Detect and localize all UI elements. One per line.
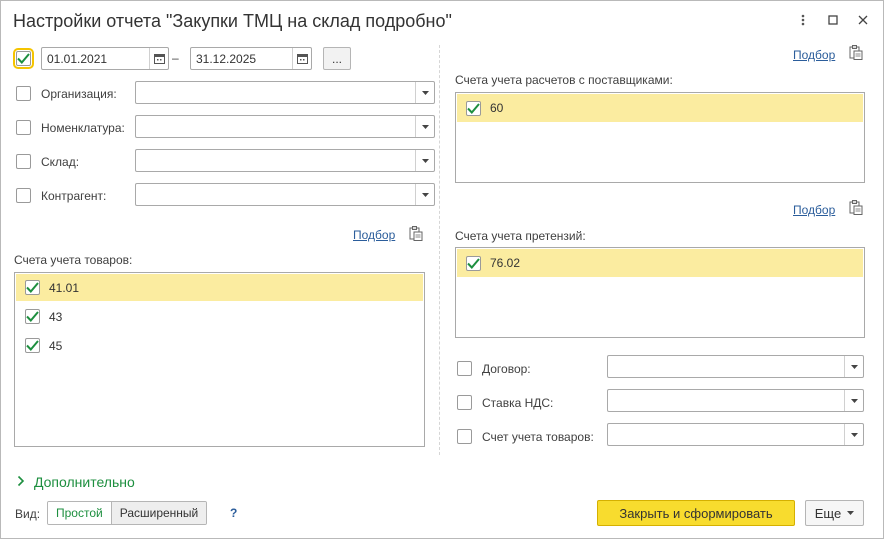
filter-checkbox-nomenclature[interactable]: [16, 120, 31, 135]
additional-section-toggle[interactable]: Дополнительно: [34, 474, 135, 490]
filter-label-counterparty: Контрагент:: [41, 189, 107, 203]
filter-label-organization: Организация:: [41, 87, 117, 101]
goods-accounts-pick-link[interactable]: Подбор: [353, 228, 395, 242]
date-from-field[interactable]: 01.01.2021: [41, 47, 169, 70]
window-title: Настройки отчета "Закупки ТМЦ на склад п…: [13, 11, 452, 31]
dropdown-icon[interactable]: [415, 116, 434, 137]
paste-icon[interactable]: [409, 226, 423, 244]
filter-checkbox-counterparty[interactable]: [16, 188, 31, 203]
filter-checkbox-contract[interactable]: [457, 361, 472, 376]
goods-accounts-title: Счета учета товаров:: [14, 253, 133, 267]
view-simple-button[interactable]: Простой: [48, 502, 112, 524]
item-value: 60: [490, 101, 504, 115]
paste-icon[interactable]: [849, 200, 863, 218]
claims-accounts-list: 76.02: [455, 247, 865, 338]
close-and-generate-button[interactable]: Закрыть и сформировать: [597, 500, 795, 526]
item-value: 41.01: [49, 280, 80, 295]
filter-label-contract: Договор:: [482, 362, 531, 376]
filter-field-nomenclature[interactable]: [135, 115, 435, 138]
dropdown-icon[interactable]: [415, 150, 434, 171]
filter-checkbox-goods-account[interactable]: [457, 429, 472, 444]
date-from-value: 01.01.2021: [47, 51, 108, 66]
filter-field-vat-rate[interactable]: [607, 389, 864, 412]
view-switcher: Простой Расширенный: [47, 501, 208, 525]
filter-field-warehouse[interactable]: [135, 149, 435, 172]
filter-checkbox-vat-rate[interactable]: [457, 395, 472, 410]
filter-field-counterparty[interactable]: [135, 183, 435, 206]
calendar-icon[interactable]: [149, 48, 168, 69]
filter-label-nomenclature: Номенклатура:: [41, 121, 125, 135]
list-item[interactable]: 60: [457, 94, 863, 122]
dropdown-icon: [847, 511, 855, 515]
filter-label-warehouse: Склад:: [41, 155, 80, 169]
list-item[interactable]: 45: [16, 332, 423, 359]
dropdown-icon[interactable]: [844, 390, 863, 411]
date-to-field[interactable]: 31.12.2025: [190, 47, 312, 70]
claims-accounts-pick-link[interactable]: Подбор: [793, 203, 835, 217]
paste-icon[interactable]: [849, 45, 863, 63]
date-to-value: 31.12.2025: [196, 51, 257, 66]
more-button[interactable]: Еще: [805, 500, 864, 526]
view-advanced-button[interactable]: Расширенный: [111, 502, 207, 524]
supplier-accounts-pick-link[interactable]: Подбор: [793, 48, 835, 62]
help-icon[interactable]: ?: [230, 506, 237, 520]
filter-field-contract[interactable]: [607, 355, 864, 378]
column-divider: [439, 45, 440, 455]
period-separator: –: [172, 51, 179, 65]
dropdown-icon[interactable]: [415, 82, 434, 103]
calendar-icon[interactable]: [292, 48, 311, 69]
list-item[interactable]: 41.01: [16, 274, 423, 301]
maximize-icon[interactable]: [824, 11, 842, 29]
period-checkbox[interactable]: [13, 48, 34, 69]
item-checkbox[interactable]: [466, 100, 481, 116]
filter-label-vat-rate: Ставка НДС:: [482, 396, 554, 410]
filter-label-goods-account: Счет учета товаров:: [482, 430, 594, 444]
close-icon[interactable]: [854, 11, 872, 29]
filter-field-organization[interactable]: [135, 81, 435, 104]
more-vert-icon[interactable]: [794, 11, 812, 29]
list-item[interactable]: 76.02: [457, 249, 863, 277]
item-value: 45: [49, 338, 63, 353]
dropdown-icon[interactable]: [415, 184, 434, 205]
list-item[interactable]: 43: [16, 303, 423, 330]
item-checkbox[interactable]: [25, 338, 40, 353]
more-button-label: Еще: [814, 505, 842, 521]
filter-field-goods-account[interactable]: [607, 423, 864, 446]
item-value: 76.02: [490, 256, 521, 270]
period-more-button[interactable]: ...: [323, 47, 351, 70]
item-value: 43: [49, 309, 63, 324]
supplier-accounts-title: Счета учета расчетов с поставщиками:: [455, 73, 673, 87]
supplier-accounts-list: 60: [455, 92, 865, 183]
item-checkbox[interactable]: [466, 255, 481, 271]
filter-checkbox-warehouse[interactable]: [16, 154, 31, 169]
chevron-right-icon[interactable]: [17, 475, 25, 490]
item-checkbox[interactable]: [25, 280, 40, 295]
item-checkbox[interactable]: [25, 309, 40, 324]
claims-accounts-title: Счета учета претензий:: [455, 229, 586, 243]
report-settings-window: Настройки отчета "Закупки ТМЦ на склад п…: [0, 0, 884, 539]
view-label: Вид:: [15, 507, 41, 521]
dropdown-icon[interactable]: [844, 356, 863, 377]
dropdown-icon[interactable]: [844, 424, 863, 445]
filter-checkbox-organization[interactable]: [16, 86, 31, 101]
goods-accounts-list: 41.01 43 45: [14, 272, 425, 447]
